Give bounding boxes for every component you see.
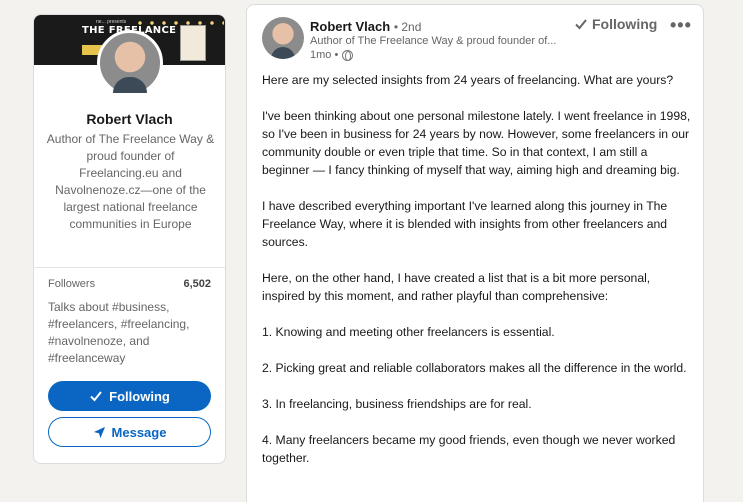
post-paragraph: I've been thinking about one personal mi… [262,109,691,177]
post-card: Robert Vlach • 2nd Author of The Freelan… [246,4,704,502]
author-avatar[interactable] [262,17,304,59]
divider [34,267,225,268]
author-name-row[interactable]: Robert Vlach • 2nd [310,19,421,34]
post-following-button[interactable]: Following [574,16,657,32]
profile-avatar[interactable] [97,30,163,96]
post-body: Here are my selected insights from 24 ye… [262,71,692,485]
post-paragraph: Here, on the other hand, I have created … [262,271,651,303]
checkmark-icon [90,391,102,402]
post-following-label: Following [592,16,658,32]
book-cover-image [180,25,206,61]
checkmark-icon [575,19,587,30]
post-paragraph: 2. Picking great and reliable collaborat… [262,361,687,375]
followers-label: Followers [48,278,96,290]
message-button-label: Message [111,424,167,440]
connection-degree: • 2nd [393,20,422,34]
followers-count: 6,502 [183,278,211,290]
author-name[interactable]: Robert Vlach [310,19,390,34]
followers-row: Followers 6,502 [48,278,211,290]
profile-card: ne... presents THE FREELANCE WAY Robert … [33,14,226,464]
post-paragraph: I have described everything important I'… [262,199,668,249]
message-button[interactable]: Message [48,417,211,447]
more-options-icon[interactable]: ••• [670,15,692,36]
post-time: 1mo • [310,49,339,61]
profile-headline: Author of The Freelance Way & proud foun… [46,132,215,231]
post-paragraph: Here are my selected insights from 24 ye… [262,73,674,87]
post-meta: 1mo • [310,49,354,61]
globe-icon [342,49,354,61]
talks-about: Talks about #business, #freelancers, #fr… [48,300,190,365]
send-icon [93,426,105,438]
post-paragraph: 3. In freelancing, business friendships … [262,397,532,411]
following-button[interactable]: Following [48,381,211,411]
profile-name[interactable]: Robert Vlach [34,111,225,127]
post-paragraph: 4. Many freelancers became my good frien… [262,433,676,465]
following-button-label: Following [109,388,170,404]
post-paragraph: 1. Knowing and meeting other freelancers… [262,325,555,339]
author-headline: Author of The Freelance Way & proud foun… [310,35,557,47]
